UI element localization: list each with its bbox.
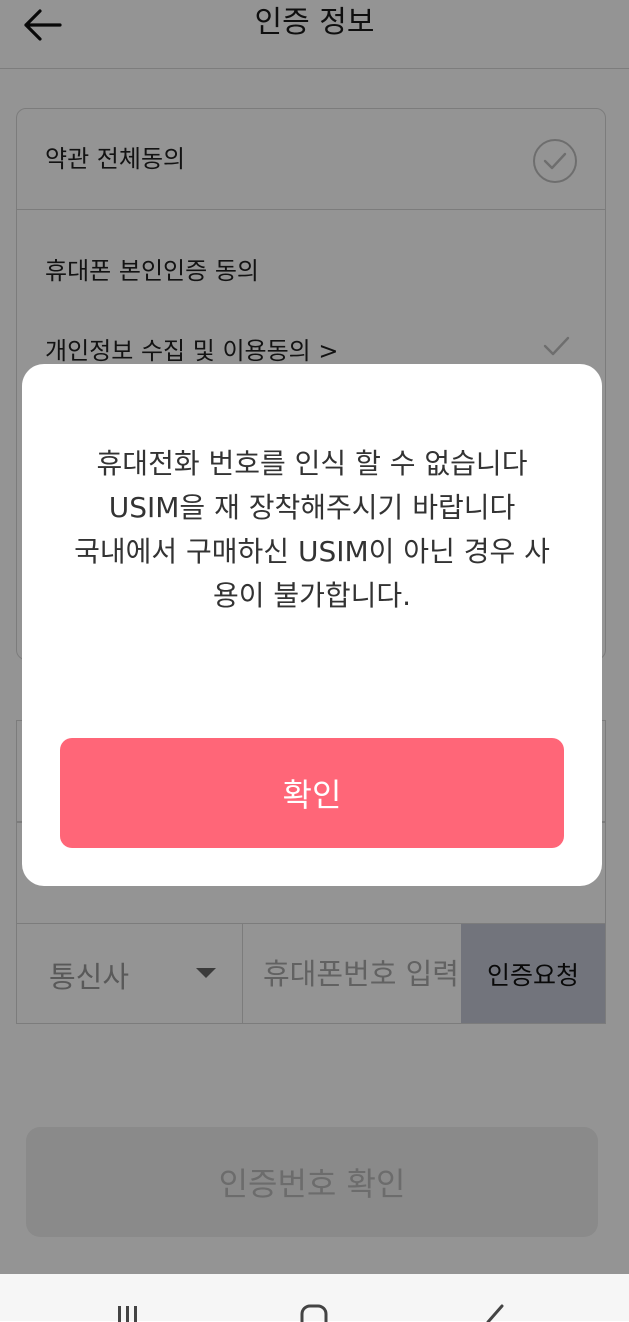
dialog-message-line: 휴대전화 번호를 인식 할 수 없습니다 bbox=[96, 447, 528, 480]
ok-button[interactable]: 확인 bbox=[60, 738, 564, 848]
dialog-message: 휴대전화 번호를 인식 할 수 없습니다 USIM을 재 장착해주시기 바랍니다국… bbox=[72, 442, 552, 618]
recent-apps-icon[interactable] bbox=[108, 1304, 148, 1322]
system-nav-bar bbox=[0, 1274, 629, 1322]
home-icon[interactable] bbox=[294, 1304, 334, 1322]
dialog-message-line: 국내에서 구매하신 USIM이 아닌 경우 사용이 불가합니다. bbox=[74, 535, 550, 612]
alert-dialog: 휴대전화 번호를 인식 할 수 없습니다 USIM을 재 장착해주시기 바랍니다국… bbox=[22, 364, 602, 886]
nav-back-icon[interactable] bbox=[476, 1304, 516, 1322]
dialog-message-line: USIM을 재 장착해주시기 바랍니다 bbox=[108, 491, 516, 524]
